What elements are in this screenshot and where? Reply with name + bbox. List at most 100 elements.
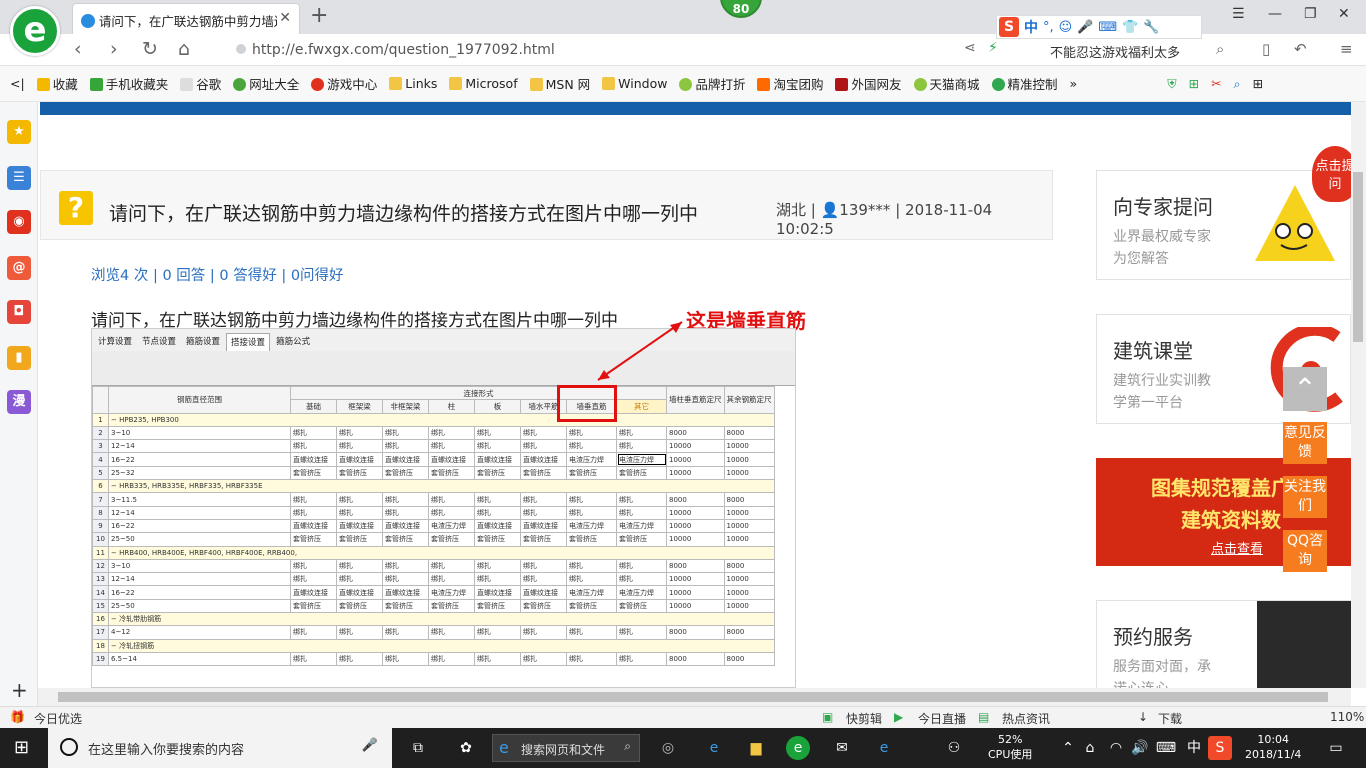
table-cell[interactable]: 10000 bbox=[723, 465, 775, 481]
banner-link[interactable]: 点击查看 bbox=[1211, 538, 1263, 557]
menu-icon[interactable]: ☰ bbox=[1232, 6, 1245, 22]
ime-toolbar[interactable]: S 中 °, ☺ 🎤 ⌨ 👕 🔧 bbox=[996, 15, 1202, 39]
search-tool-icon[interactable]: ⌕ bbox=[1234, 76, 1241, 92]
speed-icon[interactable]: ⚡ bbox=[988, 40, 998, 56]
new-tab-button[interactable]: + bbox=[310, 3, 328, 28]
table-cell[interactable]: 10000 bbox=[723, 598, 775, 614]
more-bookmarks-icon[interactable]: » bbox=[1070, 76, 1078, 91]
translate-icon[interactable]: ⊞ bbox=[1189, 76, 1199, 91]
table-cell[interactable]: 套管挤压 bbox=[382, 598, 429, 614]
vertical-scrollbar[interactable] bbox=[1351, 102, 1366, 688]
table-cell[interactable]: 绑扎 bbox=[616, 625, 667, 640]
table-cell[interactable]: 套管挤压 bbox=[428, 598, 475, 614]
forward-icon[interactable]: › bbox=[110, 38, 118, 60]
table-cell[interactable]: 绑扎 bbox=[428, 425, 475, 441]
table-cell[interactable]: 套管挤压 bbox=[616, 598, 667, 614]
table-cell[interactable]: 套管挤压 bbox=[290, 598, 337, 614]
ie-search-box[interactable]: e 搜索网页和文件 ⌕ bbox=[492, 734, 640, 762]
search-icon[interactable]: ⌕ bbox=[1216, 40, 1224, 58]
table-cell[interactable]: 绑扎 bbox=[336, 651, 383, 667]
table-cell[interactable]: 绑扎 bbox=[428, 572, 475, 587]
table-cell[interactable]: 绑扎 bbox=[474, 492, 521, 507]
table-cell[interactable]: 套管挤压 bbox=[566, 465, 617, 481]
favorites-icon[interactable]: ★ bbox=[7, 120, 31, 144]
table-cell[interactable]: 绑扎 bbox=[336, 505, 383, 520]
wrench-icon[interactable]: 🔧 bbox=[1143, 20, 1159, 35]
table-cell[interactable]: 套管挤压 bbox=[336, 598, 383, 614]
table-cell[interactable]: 8000 bbox=[723, 651, 775, 667]
table-cell[interactable]: 绑扎 bbox=[566, 425, 617, 441]
table-cell[interactable]: 10000 bbox=[666, 452, 725, 467]
table-cell[interactable]: 绑扎 bbox=[520, 651, 567, 667]
table-cell[interactable]: 直螺纹连接 bbox=[520, 585, 567, 600]
edge-icon[interactable]: e bbox=[872, 736, 896, 760]
table-cell[interactable]: 绑扎 bbox=[520, 625, 567, 640]
keyboard-icon[interactable]: ⌨ bbox=[1154, 736, 1178, 760]
table-cell[interactable]: 套管挤压 bbox=[616, 532, 667, 547]
more-icon[interactable]: ≡ bbox=[1340, 40, 1353, 58]
zoom-level[interactable]: 110% bbox=[1330, 710, 1364, 724]
add-sidebar-icon[interactable]: + bbox=[11, 678, 28, 702]
table-cell[interactable]: 套管挤压 bbox=[290, 532, 337, 547]
tray-network-icon[interactable]: ⌂ bbox=[1078, 736, 1102, 760]
ie-taskbar-icon[interactable]: e bbox=[702, 736, 726, 760]
scroll-thumb[interactable] bbox=[58, 692, 1328, 702]
comic-icon[interactable]: 漫 bbox=[7, 390, 31, 414]
daily-picks[interactable]: 今日优选 bbox=[34, 710, 82, 727]
table-cell[interactable]: 8000 bbox=[666, 651, 725, 667]
table-cell[interactable]: 绑扎 bbox=[382, 558, 429, 574]
360-browser-icon[interactable]: e bbox=[786, 736, 810, 760]
app-icon[interactable]: ✿ bbox=[454, 736, 478, 760]
bookmark-item[interactable]: 天猫商城 bbox=[913, 74, 980, 93]
table-cell[interactable]: 套管挤压 bbox=[428, 465, 475, 481]
table-cell[interactable]: 直螺纹连接 bbox=[382, 452, 429, 467]
bookmark-item[interactable]: 谷歌 bbox=[180, 74, 221, 93]
table-cell[interactable]: 绑扎 bbox=[336, 625, 383, 640]
diameter-range[interactable]: 12~14 bbox=[108, 505, 291, 520]
bookmark-item[interactable]: 手机收藏夹 bbox=[89, 74, 168, 93]
table-cell[interactable]: 绑扎 bbox=[566, 492, 617, 507]
bookmark-item[interactable]: 精准控制 bbox=[991, 74, 1058, 93]
table-cell[interactable]: 10000 bbox=[723, 532, 775, 547]
table-cell[interactable]: 绑扎 bbox=[290, 558, 337, 574]
table-cell[interactable]: 电渣压力焊 bbox=[428, 518, 475, 534]
table-cell[interactable]: 绑扎 bbox=[520, 439, 567, 454]
table-cell[interactable]: 绑扎 bbox=[474, 439, 521, 454]
volume-icon[interactable]: 🔊 bbox=[1128, 736, 1152, 760]
table-cell[interactable]: 套管挤压 bbox=[474, 465, 521, 481]
table-cell[interactable]: 套管挤压 bbox=[474, 598, 521, 614]
mobile-icon[interactable]: ▯ bbox=[1262, 40, 1270, 58]
back-to-top-button[interactable]: ⌃ bbox=[1283, 367, 1327, 411]
ime-lang-tray[interactable]: 中 bbox=[1182, 736, 1206, 760]
quick-clip[interactable]: 快剪辑 bbox=[846, 710, 882, 727]
table-cell[interactable]: 套管挤压 bbox=[520, 532, 567, 547]
table-cell[interactable]: 绑扎 bbox=[428, 505, 475, 520]
follow-button[interactable]: 关注我们 bbox=[1283, 476, 1327, 518]
hot-news[interactable]: 热点资讯 bbox=[1002, 710, 1050, 727]
url-field[interactable]: http://e.fwxgx.com/question_1977092.html bbox=[236, 42, 555, 58]
taskbar-search[interactable]: 在这里输入你要搜索的内容 🎤 bbox=[48, 728, 392, 768]
table-cell[interactable]: 绑扎 bbox=[382, 625, 429, 640]
diameter-range[interactable]: 4~12 bbox=[108, 625, 291, 640]
table-cell[interactable]: 电渣压力焊 bbox=[566, 518, 617, 534]
table-cell[interactable]: 10000 bbox=[666, 518, 725, 534]
qq-consult-button[interactable]: QQ咨询 bbox=[1283, 530, 1327, 572]
table-cell[interactable]: 8000 bbox=[666, 625, 725, 640]
corner-ask-badge[interactable]: 点击提问 bbox=[1312, 146, 1351, 202]
table-cell[interactable]: 绑扎 bbox=[520, 558, 567, 574]
table-cell[interactable]: 绑扎 bbox=[566, 558, 617, 574]
gamepad-icon[interactable]: ◘ bbox=[7, 300, 31, 324]
table-cell[interactable]: 绑扎 bbox=[616, 425, 667, 441]
maximize-icon[interactable]: ❐ bbox=[1304, 6, 1317, 22]
table-cell[interactable]: 绑扎 bbox=[428, 625, 475, 640]
table-cell[interactable]: 绑扎 bbox=[336, 492, 383, 507]
skin-icon[interactable]: 👕 bbox=[1122, 20, 1138, 35]
feedback-button[interactable]: 意见反馈 bbox=[1283, 422, 1327, 464]
minimize-icon[interactable]: — bbox=[1268, 6, 1282, 22]
table-cell[interactable]: 绑扎 bbox=[382, 572, 429, 587]
table-cell[interactable]: 绑扎 bbox=[616, 492, 667, 507]
sogou-icon[interactable]: S bbox=[999, 17, 1019, 37]
diameter-range[interactable]: 25~32 bbox=[108, 465, 291, 481]
clock[interactable]: 10:04 2018/11/4 bbox=[1245, 732, 1301, 762]
table-cell[interactable]: 10000 bbox=[666, 505, 725, 520]
